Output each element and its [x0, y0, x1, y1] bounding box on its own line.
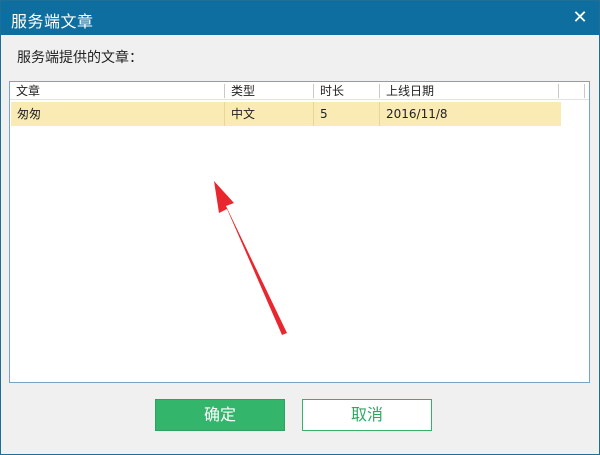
cell-article: 匆匆 [17, 107, 42, 121]
window-title: 服务端文章 [11, 12, 94, 31]
table-row[interactable]: 匆匆 中文 5 2016/11/8 [11, 102, 561, 126]
dialog-window: 服务端文章 ✕ 服务端提供的文章： 文章 类型 时长 上线日期 匆匆 中文 5 … [0, 0, 600, 455]
cell-date: 2016/11/8 [386, 107, 448, 121]
title-bar[interactable]: 服务端文章 ✕ [1, 1, 599, 35]
cancel-button[interactable]: 取消 [302, 399, 432, 431]
column-header-type[interactable]: 类型 [225, 82, 255, 100]
ok-button[interactable]: 确定 [155, 399, 285, 431]
article-list[interactable]: 文章 类型 时长 上线日期 匆匆 中文 5 2016/11/8 [9, 81, 590, 383]
column-header-article[interactable]: 文章 [10, 82, 40, 100]
column-divider[interactable] [584, 84, 585, 98]
list-header: 文章 类型 时长 上线日期 [10, 82, 589, 100]
close-icon[interactable]: ✕ [569, 7, 591, 29]
cell-type: 中文 [231, 107, 256, 121]
column-header-duration[interactable]: 时长 [314, 82, 344, 100]
column-divider[interactable] [558, 84, 559, 98]
column-header-date[interactable]: 上线日期 [380, 82, 434, 100]
prompt-label: 服务端提供的文章： [17, 50, 143, 66]
cell-duration: 5 [320, 107, 328, 121]
